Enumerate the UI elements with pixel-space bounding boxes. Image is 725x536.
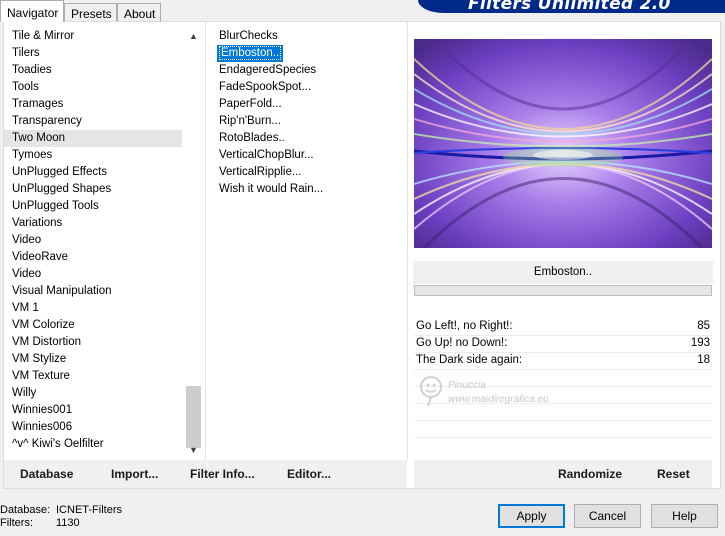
param-label: The Dark side again: (416, 354, 523, 366)
tab-navigator[interactable]: Navigator (0, 0, 64, 22)
filter-item-label: Emboston.. (219, 46, 282, 60)
category-item[interactable]: VideoRave (4, 249, 182, 266)
filter-item[interactable]: Wish it would Rain... (217, 181, 407, 198)
category-scrollbar[interactable]: ▲ ▼ (185, 26, 202, 460)
category-item[interactable]: VM 1 (4, 300, 182, 317)
filters-label: Filters: (0, 517, 33, 529)
filter-item[interactable]: Emboston.. (217, 45, 284, 62)
category-item[interactable]: Willy (4, 385, 182, 402)
category-item[interactable]: Winnies006 (4, 419, 182, 436)
banner-title: Filters Unlimited 2.0 (468, 0, 671, 13)
category-item[interactable]: Visual Manipulation (4, 283, 182, 300)
title-banner: Filters Unlimited 2.0 (418, 0, 725, 13)
filter-item[interactable]: EndageredSpecies (217, 62, 407, 79)
category-item[interactable]: UnPlugged Tools (4, 198, 182, 215)
category-item[interactable]: Variations (4, 215, 182, 232)
filter-item[interactable]: VerticalChopBlur... (217, 147, 407, 164)
divider (205, 22, 206, 460)
divider (407, 22, 408, 460)
category-item[interactable]: VM Stylize (4, 351, 182, 368)
scroll-up-icon[interactable]: ▲ (185, 28, 202, 45)
tab-about[interactable]: About (117, 3, 161, 22)
preview-image (414, 39, 712, 248)
filters-count: 1130 (56, 517, 80, 529)
filter-name-label: Emboston.. (413, 261, 713, 284)
filter-item[interactable]: RotoBlades.. (217, 130, 407, 147)
navigator-panel: Tile & Mirror Tilers Toadies Tools Tramages T… (3, 21, 721, 489)
filter-list[interactable]: BlurChecks Emboston.. EndageredSpecies Fade… (217, 28, 407, 198)
category-item[interactable]: Tymoes (4, 147, 182, 164)
progress-bar (414, 285, 712, 296)
category-item[interactable]: VM Colorize (4, 317, 182, 334)
category-item[interactable]: VM Texture (4, 368, 182, 385)
filter-item[interactable]: FadeSpookSpot... (217, 79, 407, 96)
category-item[interactable]: Video (4, 232, 182, 249)
category-item[interactable]: Video (4, 266, 182, 283)
param-value[interactable]: 18 (697, 352, 710, 369)
watermark: Pinuccia www.maidiregrafica.eu (418, 372, 588, 416)
filter-item[interactable]: Rip'n'Burn... (217, 113, 407, 130)
apply-button[interactable]: Apply (498, 504, 565, 528)
category-item[interactable]: Two Moon (4, 130, 182, 147)
import-button[interactable]: Import... (111, 460, 158, 488)
scrollbar-thumb[interactable] (186, 386, 201, 448)
param-label: Go Left!, no Right!: (416, 320, 513, 332)
param-value[interactable]: 85 (697, 318, 710, 335)
category-item[interactable]: Tile & Mirror (4, 28, 182, 45)
category-item[interactable]: ^v^ Kiwi's Oelfilter (4, 436, 182, 453)
scroll-down-icon[interactable]: ▼ (185, 442, 202, 459)
action-strip-left: Database Import... Filter Info... Editor… (4, 460, 407, 488)
category-item[interactable]: Tramages (4, 96, 182, 113)
filter-info-button[interactable]: Filter Info... (190, 460, 255, 488)
database-value: ICNET-Filters (56, 504, 122, 516)
filter-item[interactable]: BlurChecks (217, 28, 407, 45)
editor-button[interactable]: Editor... (287, 460, 331, 488)
watermark-line1: Pinuccia (448, 380, 486, 391)
category-list[interactable]: Tile & Mirror Tilers Toadies Tools Tramages T… (4, 28, 182, 453)
watermark-logo-icon (420, 376, 442, 407)
action-strip-right: Randomize Reset (414, 460, 712, 488)
watermark-line2: www.maidiregrafica.eu (448, 394, 549, 405)
reset-button[interactable]: Reset (657, 460, 690, 488)
category-item[interactable]: Toadies (4, 62, 182, 79)
param-row[interactable]: Go Up! no Down!: 193 (416, 335, 712, 352)
param-value[interactable]: 193 (691, 335, 710, 352)
category-item[interactable]: Transparency (4, 113, 182, 130)
param-label: Go Up! no Down!: (416, 337, 508, 349)
randomize-button[interactable]: Randomize (558, 460, 622, 488)
help-button[interactable]: Help (651, 504, 718, 528)
param-row[interactable]: The Dark side again: 18 (416, 352, 712, 369)
divider (414, 369, 712, 370)
category-item[interactable]: Tools (4, 79, 182, 96)
divider (414, 420, 712, 421)
divider (414, 437, 712, 438)
category-item[interactable]: UnPlugged Effects (4, 164, 182, 181)
database-label: Database: (0, 504, 51, 516)
category-item[interactable]: VM Distortion (4, 334, 182, 351)
database-button[interactable]: Database (20, 460, 73, 488)
category-item[interactable]: UnPlugged Shapes (4, 181, 182, 198)
param-row[interactable]: Go Left!, no Right!: 85 (416, 318, 712, 335)
filter-item[interactable]: PaperFold... (217, 96, 407, 113)
category-item[interactable]: Tilers (4, 45, 182, 62)
cancel-button[interactable]: Cancel (574, 504, 641, 528)
category-item[interactable]: Winnies001 (4, 402, 182, 419)
tab-presets[interactable]: Presets (64, 3, 117, 22)
filter-item[interactable]: VerticalRipplie... (217, 164, 407, 181)
